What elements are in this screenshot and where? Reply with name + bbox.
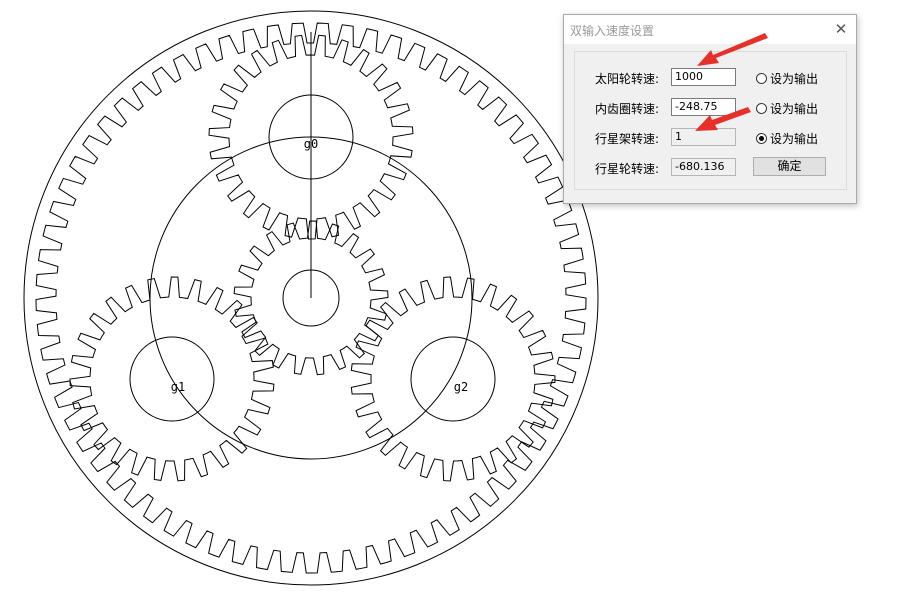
- dual-input-speed-dialog: 双输入速度设置 ✕ 太阳轮转速: 1000 设为输出 内齿圈转速: -248.7…: [563, 14, 857, 204]
- carrier-radio-label: 设为输出: [770, 132, 819, 146]
- planet-gear-g2: [350, 276, 556, 482]
- gear-label-g1: g1: [171, 380, 185, 394]
- planet-speed-label: 行星轮转速:: [595, 162, 660, 176]
- gear-label-g0: g0: [304, 137, 318, 151]
- carrier-set-output-radio[interactable]: 设为输出: [756, 130, 818, 147]
- sun-speed-input[interactable]: 1000: [671, 68, 736, 86]
- ring-radio-dot: [756, 103, 767, 114]
- gear-label-g2: g2: [454, 380, 468, 394]
- carrier-radio-dot: [756, 133, 767, 144]
- planet-g2-hub: [410, 336, 496, 422]
- carrier-speed-input[interactable]: 1: [671, 128, 736, 146]
- ring-radio-label: 设为输出: [770, 102, 819, 116]
- planet-speed-output: -680.136: [671, 158, 736, 176]
- close-icon[interactable]: ✕: [826, 15, 856, 44]
- dialog-titlebar[interactable]: 双输入速度设置 ✕: [564, 15, 856, 44]
- dialog-title: 双输入速度设置: [570, 24, 655, 38]
- ring-set-output-radio[interactable]: 设为输出: [756, 100, 818, 117]
- carrier-speed-label: 行星架转速:: [595, 132, 660, 146]
- sun-radio-dot: [756, 73, 767, 84]
- ring-speed-label: 内齿圈转速:: [595, 102, 660, 116]
- sun-speed-label: 太阳轮转速:: [595, 72, 660, 86]
- ok-button[interactable]: 确定: [753, 157, 826, 176]
- sun-set-output-radio[interactable]: 设为输出: [756, 70, 818, 87]
- sun-radio-label: 设为输出: [770, 72, 819, 86]
- ring-speed-input[interactable]: -248.75: [671, 98, 736, 116]
